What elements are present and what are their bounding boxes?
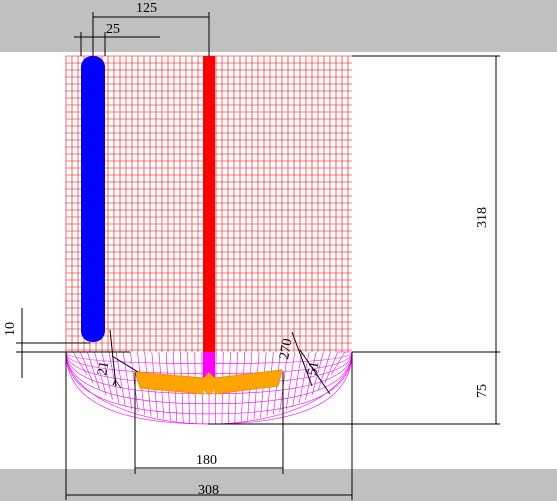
- dim-7: 7: [110, 378, 126, 392]
- dim-308: 308: [198, 483, 219, 498]
- dim-318: 318: [475, 207, 490, 228]
- dim-125: 125: [136, 1, 157, 16]
- dim-21: 21: [95, 360, 112, 376]
- bottom-band: [0, 469, 557, 501]
- dim-25: 25: [106, 22, 120, 37]
- dim-270: 270: [277, 337, 295, 360]
- top-band: [0, 0, 557, 52]
- impeller-shaft: [203, 56, 215, 352]
- diagram-canvas: 125 25 318 10 75 180 308 270 21 7 51: [0, 0, 557, 501]
- dim-180: 180: [196, 453, 217, 468]
- baffle: [81, 56, 105, 342]
- mesh-diagram: 125 25 318 10 75 180 308 270 21 7 51: [0, 0, 557, 501]
- dim-51: 51: [305, 360, 322, 376]
- impeller-blade-left: [134, 371, 204, 395]
- dim-10: 10: [3, 322, 18, 336]
- dim-75: 75: [475, 384, 490, 398]
